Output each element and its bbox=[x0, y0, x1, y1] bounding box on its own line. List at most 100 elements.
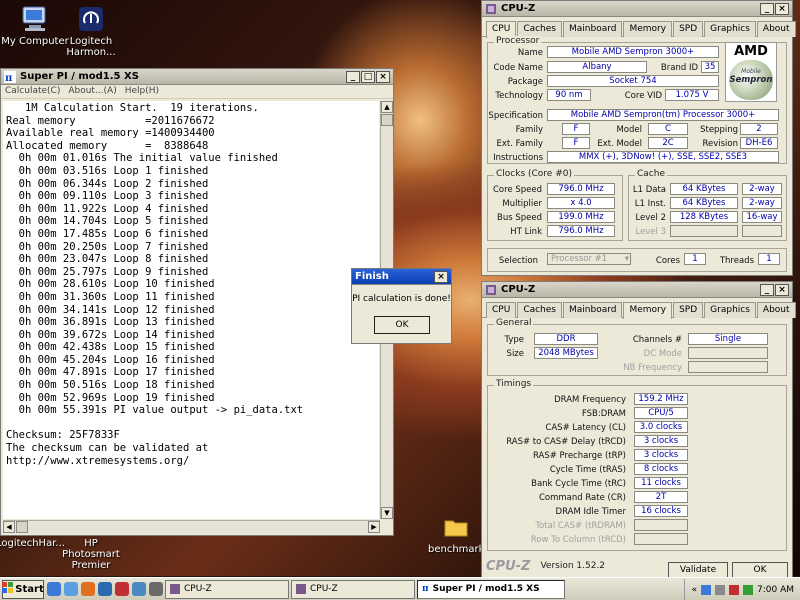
output-line: 0h 00m 20.250s Loop 7 finished bbox=[6, 240, 209, 253]
label-row-to-column: Row To Column (tRCD) bbox=[530, 535, 626, 545]
tab-graphics[interactable]: Graphics bbox=[704, 302, 756, 318]
value-row-to-column bbox=[634, 533, 688, 545]
ok-button[interactable]: OK bbox=[732, 562, 788, 578]
finish-dialog: Finish × PI calculation is done! OK bbox=[351, 268, 452, 344]
tab-mainboard[interactable]: Mainboard bbox=[563, 21, 623, 37]
group-title: Processor bbox=[494, 36, 542, 46]
tab-spd[interactable]: SPD bbox=[673, 302, 704, 318]
value-dram-idle-timer: 16 clocks bbox=[634, 505, 688, 517]
label-name: Name bbox=[517, 48, 543, 58]
superpi-titlebar[interactable]: π Super PI / mod1.5 XS _ □ × bbox=[1, 69, 393, 85]
label-ext-model: Ext. Model bbox=[597, 139, 642, 149]
taskbar-item-superpi[interactable]: π Super PI / mod1.5 XS bbox=[417, 579, 565, 599]
tray-expand-icon[interactable]: « bbox=[691, 585, 697, 595]
logitech-harmony-icon bbox=[75, 4, 107, 34]
taskbar-item-cpuz[interactable]: CPU-Z bbox=[165, 579, 289, 599]
network-icon[interactable] bbox=[701, 584, 711, 595]
value-core-speed: 796.0 MHz bbox=[547, 183, 615, 195]
output-line: 0h 00m 09.110s Loop 3 finished bbox=[6, 190, 209, 203]
finish-message: PI calculation is done! bbox=[352, 294, 451, 304]
tab-graphics[interactable]: Graphics bbox=[704, 21, 756, 37]
hscroll-thumb[interactable] bbox=[16, 521, 28, 533]
security-icon[interactable] bbox=[729, 584, 739, 595]
minimize-button[interactable]: _ bbox=[760, 2, 774, 15]
scroll-up-arrow[interactable]: ▲ bbox=[381, 101, 393, 113]
tab-memory[interactable]: Memory bbox=[623, 21, 673, 37]
minimize-button[interactable]: _ bbox=[760, 283, 774, 296]
quicklaunch-ie-icon[interactable] bbox=[47, 582, 61, 596]
quicklaunch-app4-icon[interactable] bbox=[149, 582, 163, 596]
tab-about[interactable]: About bbox=[756, 302, 796, 318]
scroll-down-arrow[interactable]: ▼ bbox=[381, 507, 393, 519]
processor-select[interactable]: Processor #1 ▾ bbox=[547, 253, 631, 265]
output-line: 0h 00m 01.016s The initial value finishe… bbox=[6, 152, 278, 165]
label-total-cas: Total CAS# (tRDRAM) bbox=[535, 521, 626, 531]
minimize-button[interactable]: _ bbox=[346, 70, 360, 83]
close-button[interactable]: × bbox=[775, 283, 789, 296]
scroll-thumb[interactable] bbox=[381, 114, 393, 126]
output-line: http://www.xtremesystems.org/ bbox=[6, 454, 190, 467]
quicklaunch-app2-icon[interactable] bbox=[115, 582, 129, 596]
validate-button[interactable]: Validate bbox=[668, 562, 728, 578]
label-cas-latency: CAS# Latency (CL) bbox=[545, 423, 626, 433]
superpi-menubar: Calculate(C) About...(A) Help(H) bbox=[1, 85, 393, 99]
system-tray: « 7:00 AM bbox=[684, 579, 800, 600]
label-stepping: Stepping bbox=[700, 125, 738, 135]
cpuz-titlebar[interactable]: CPU-Z _ × bbox=[482, 282, 792, 298]
cpuz-task-icon bbox=[170, 584, 180, 594]
tab-caches[interactable]: Caches bbox=[517, 302, 562, 318]
label-dram-frequency: DRAM Frequency bbox=[554, 395, 626, 405]
horizontal-scrollbar[interactable]: ◀ ▶ bbox=[3, 520, 380, 533]
scroll-left-arrow[interactable]: ◀ bbox=[3, 521, 15, 533]
value-ext-family: F bbox=[562, 137, 590, 149]
label-instructions: Instructions bbox=[493, 153, 543, 163]
finish-titlebar[interactable]: Finish × bbox=[352, 269, 451, 285]
volume-icon[interactable] bbox=[715, 584, 725, 595]
tab-caches[interactable]: Caches bbox=[517, 21, 562, 37]
label-multiplier: Multiplier bbox=[502, 199, 542, 209]
label-channels: Channels # bbox=[632, 335, 682, 345]
menu-help[interactable]: Help(H) bbox=[125, 86, 159, 97]
desktop-icon-logitech-harmony[interactable]: Logitech Harmon... bbox=[56, 4, 126, 58]
tab-spd[interactable]: SPD bbox=[673, 21, 704, 37]
menu-calculate[interactable]: Calculate(C) bbox=[5, 86, 60, 97]
maximize-button[interactable]: □ bbox=[361, 70, 375, 83]
clock[interactable]: 7:00 AM bbox=[757, 585, 794, 595]
cpuz-titlebar[interactable]: CPU-Z _ × bbox=[482, 1, 792, 17]
menu-about[interactable]: About...(A) bbox=[68, 86, 116, 97]
tab-cpu[interactable]: CPU bbox=[486, 302, 517, 318]
quicklaunch-firefox-icon[interactable] bbox=[81, 582, 95, 596]
group-title: General bbox=[494, 318, 534, 328]
superpi-output[interactable]: 1M Calculation Start. 19 iterations. Real… bbox=[3, 101, 379, 519]
close-button[interactable]: × bbox=[376, 70, 390, 83]
close-button[interactable]: × bbox=[434, 270, 448, 283]
label-threads: Threads bbox=[719, 256, 754, 266]
desktop-icon-logitech-harmony-2[interactable]: LogitechHar... bbox=[0, 538, 65, 549]
quicklaunch-desktop-icon[interactable] bbox=[64, 582, 78, 596]
value-tras: 8 clocks bbox=[634, 463, 688, 475]
tray-app-icon[interactable] bbox=[743, 584, 753, 595]
taskbar-item-label: CPU-Z bbox=[310, 584, 338, 594]
taskbar-item-cpuz-2[interactable]: CPU-Z bbox=[291, 579, 415, 599]
label-command-rate: Command Rate (CR) bbox=[538, 493, 626, 503]
output-line: 0h 00m 06.344s Loop 2 finished bbox=[6, 177, 209, 190]
ok-button[interactable]: OK bbox=[374, 316, 430, 334]
cpuz-app-icon bbox=[485, 3, 497, 15]
label-corevid: Core VID bbox=[624, 91, 662, 101]
tab-memory[interactable]: Memory bbox=[623, 302, 673, 319]
value-brandid: 35 bbox=[701, 61, 719, 73]
tab-mainboard[interactable]: Mainboard bbox=[563, 302, 623, 318]
quicklaunch-app-icon[interactable] bbox=[98, 582, 112, 596]
value-family: F bbox=[562, 123, 590, 135]
quicklaunch-app3-icon[interactable] bbox=[132, 582, 146, 596]
start-button[interactable]: Start bbox=[2, 579, 44, 599]
close-button[interactable]: × bbox=[775, 2, 789, 15]
desktop-icon-benchmarks[interactable]: benchmarks bbox=[428, 512, 490, 555]
output-line: 0h 00m 39.672s Loop 14 finished bbox=[6, 328, 215, 341]
label-selection: Selection bbox=[498, 256, 538, 266]
sempron-badge: Mobile Sempron bbox=[729, 60, 773, 100]
desktop-icon-hp-photosmart[interactable]: HP Photosmart Premier bbox=[56, 538, 126, 571]
scroll-right-arrow[interactable]: ▶ bbox=[368, 521, 380, 533]
label-specification: Specification bbox=[488, 111, 543, 121]
tab-about[interactable]: About bbox=[756, 21, 796, 37]
